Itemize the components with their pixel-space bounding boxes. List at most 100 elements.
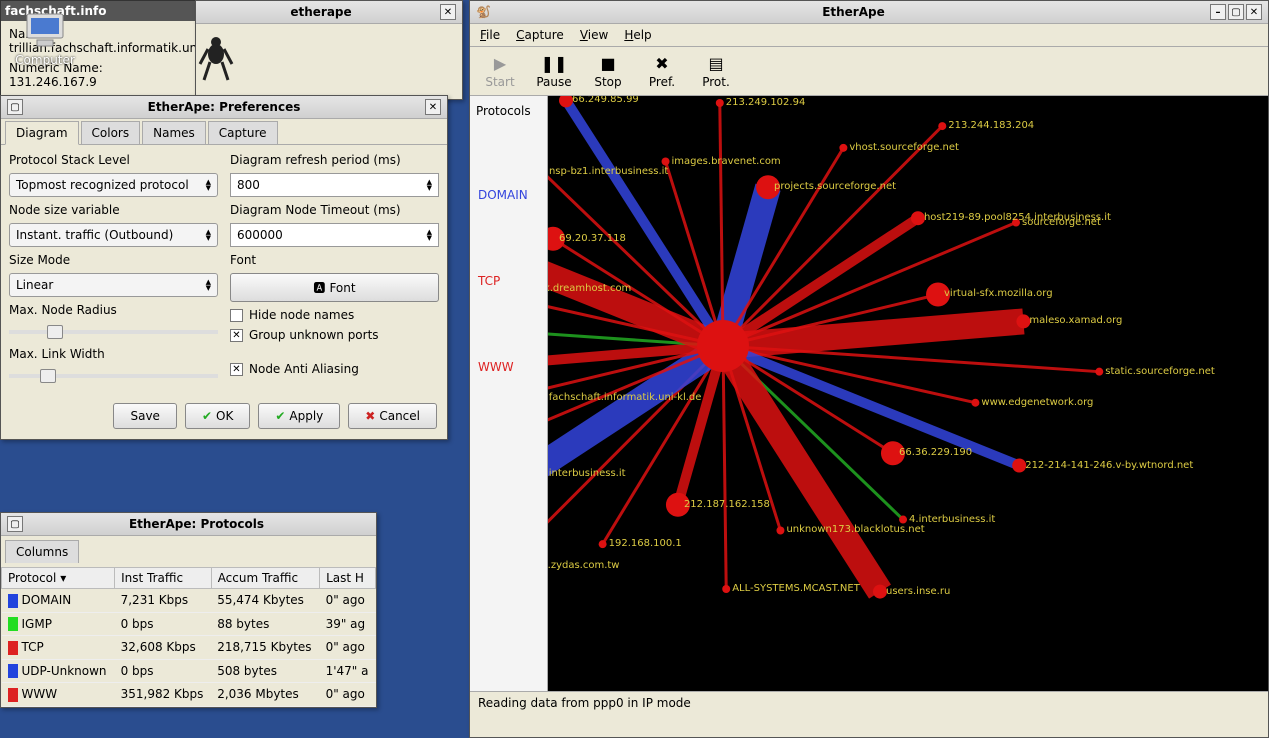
- node-label[interactable]: sourceforge.net: [1022, 217, 1101, 228]
- menu-capture[interactable]: Capture: [516, 28, 564, 42]
- group-ports-checkbox[interactable]: ✕Group unknown ports: [230, 328, 439, 342]
- node-size-label: Node size variable: [9, 203, 218, 217]
- node-size-select[interactable]: Instant. traffic (Outbound)▲▼: [9, 223, 218, 247]
- network-canvas[interactable]: projects.sourceforge.net vhost.sourceforg…: [548, 96, 1268, 691]
- menubar: File Capture View Help: [470, 24, 1268, 47]
- ok-button[interactable]: ✔OK: [185, 403, 250, 429]
- pause-icon: ❚❚: [544, 53, 564, 73]
- start-button[interactable]: ▶Start: [480, 53, 520, 89]
- maximize-icon[interactable]: ▢: [1228, 4, 1244, 20]
- timeout-label: Diagram Node Timeout (ms): [230, 203, 439, 217]
- chevron-updown-icon: ▲▼: [206, 229, 211, 241]
- node-label[interactable]: vhost.sourceforge.net: [849, 142, 959, 153]
- pause-button[interactable]: ❚❚Pause: [534, 53, 574, 89]
- splash-titlebar[interactable]: etherape ✕: [196, 1, 462, 24]
- close-icon[interactable]: ✕: [1246, 4, 1262, 20]
- node-label[interactable]: 66.249.85.99: [572, 96, 639, 105]
- minimize-icon[interactable]: ▢: [7, 516, 23, 532]
- table-row[interactable]: IGMP0 bps88 bytes39" ag: [2, 612, 376, 636]
- menu-file[interactable]: File: [480, 28, 500, 42]
- node-label[interactable]: maleso.xamad.org: [1029, 315, 1122, 326]
- cancel-icon: ✖: [365, 409, 375, 423]
- table-row[interactable]: UDP-Unknown0 bps508 bytes1'47" a: [2, 659, 376, 683]
- protocol-item[interactable]: DOMAIN: [470, 182, 547, 208]
- node-label[interactable]: 192.168.100.1: [609, 538, 682, 549]
- col-accum[interactable]: Accum Traffic: [211, 568, 319, 589]
- node-label[interactable]: 4.interbusiness.it: [909, 514, 995, 525]
- node-label[interactable]: unknown173.blacklotus.net: [786, 524, 924, 535]
- columns-button[interactable]: Columns: [5, 540, 79, 563]
- tab-colors[interactable]: Colors: [81, 121, 141, 144]
- table-row[interactable]: TCP32,608 Kbps218,715 Kbytes0" ago: [2, 636, 376, 660]
- font-label: Font: [230, 253, 439, 267]
- protocols-header: Protocols: [470, 100, 547, 122]
- col-last[interactable]: Last H: [320, 568, 376, 589]
- node-label[interactable]: basic-cid.mark.dreamhost.com: [548, 283, 631, 294]
- check-icon: ✔: [202, 409, 212, 423]
- node-label[interactable]: www.edgenetwork.org: [981, 397, 1093, 408]
- node-label[interactable]: 69.20.37.118: [559, 233, 626, 244]
- apply-button[interactable]: ✔Apply: [258, 403, 340, 429]
- stop-button[interactable]: ■Stop: [588, 53, 628, 89]
- main-window: 🐒 EtherApe – ▢ ✕ File Capture View Help …: [469, 0, 1269, 738]
- protocols-titlebar[interactable]: ▢ EtherApe: Protocols: [1, 513, 376, 536]
- antialias-checkbox[interactable]: ✕Node Anti Aliasing: [230, 362, 439, 376]
- node-label[interactable]: static.sourceforge.net: [1105, 366, 1215, 377]
- tab-diagram[interactable]: Diagram: [5, 121, 79, 145]
- node-label[interactable]: 213.249.102.94: [726, 97, 806, 108]
- protocols-table: Protocol ▾ Inst Traffic Accum Traffic La…: [1, 567, 376, 707]
- cancel-button[interactable]: ✖Cancel: [348, 403, 437, 429]
- col-protocol[interactable]: Protocol ▾: [2, 568, 115, 589]
- protocol-item[interactable]: TCP: [470, 268, 547, 294]
- max-node-radius-slider[interactable]: [9, 323, 218, 341]
- node-label[interactable]: 212-214-141-246.v-by.wtnord.net: [1025, 460, 1193, 471]
- node-label[interactable]: ALL-SYSTEMS.MCAST.NET: [732, 583, 860, 594]
- size-mode-select[interactable]: Linear▲▼: [9, 273, 218, 297]
- splash-title: etherape: [202, 5, 440, 19]
- main-titlebar[interactable]: 🐒 EtherApe – ▢ ✕: [470, 1, 1268, 24]
- minimize-icon[interactable]: –: [1210, 4, 1226, 20]
- menu-view[interactable]: View: [580, 28, 608, 42]
- node-label[interactable]: 213.244.183.204: [948, 120, 1034, 131]
- node-label[interactable]: ns.interbusiness.it: [548, 468, 626, 479]
- node-label[interactable]: virtual-sfx.mozilla.org: [944, 288, 1053, 299]
- font-button[interactable]: 🅰Font: [230, 273, 439, 302]
- node-label[interactable]: images.bravenet.com: [672, 156, 781, 167]
- node-label[interactable]: nsp-bz1.interbusiness.it: [549, 166, 668, 177]
- protocol-stack-select[interactable]: Topmost recognized protocol▲▼: [9, 173, 218, 197]
- node-label[interactable]: 66.36.229.190: [899, 447, 972, 458]
- node-label[interactable]: trillian.fachschaft.informatik.uni-kl.de: [548, 392, 701, 403]
- preferences-window: ▢ EtherApe: Preferences ✕ Diagram Colors…: [0, 95, 448, 440]
- desktop-icon-computer[interactable]: Computer: [10, 10, 80, 67]
- save-button[interactable]: Save: [113, 403, 176, 429]
- node-label[interactable]: ad1156.zydas.com.tw: [548, 560, 620, 571]
- protocol-item[interactable]: WWW: [470, 354, 547, 380]
- font-icon: 🅰: [313, 279, 325, 296]
- timeout-spinner[interactable]: 600000▲▼: [230, 223, 439, 247]
- minimize-icon[interactable]: ▢: [7, 99, 23, 115]
- refresh-label: Diagram refresh period (ms): [230, 153, 439, 167]
- node-label[interactable]: 212.187.162.158: [684, 499, 770, 510]
- protocols-panel: Protocols DOMAIN TCP WWW: [470, 96, 548, 691]
- hide-names-checkbox[interactable]: Hide node names: [230, 308, 439, 322]
- node-label[interactable]: projects.sourceforge.net: [774, 181, 896, 192]
- protocol-stack-label: Protocol Stack Level: [9, 153, 218, 167]
- node-label[interactable]: users.inse.ru: [886, 586, 950, 597]
- prot-button[interactable]: ▤Prot.: [696, 53, 736, 89]
- close-icon[interactable]: ✕: [425, 99, 441, 115]
- tab-capture[interactable]: Capture: [208, 121, 278, 144]
- menu-help[interactable]: Help: [624, 28, 651, 42]
- close-icon[interactable]: ✕: [440, 4, 456, 20]
- refresh-spinner[interactable]: 800▲▼: [230, 173, 439, 197]
- table-row[interactable]: DOMAIN7,231 Kbps55,474 Kbytes0" ago: [2, 589, 376, 613]
- size-mode-label: Size Mode: [9, 253, 218, 267]
- col-inst[interactable]: Inst Traffic: [115, 568, 212, 589]
- prefs-titlebar[interactable]: ▢ EtherApe: Preferences ✕: [1, 96, 447, 119]
- table-row[interactable]: WWW351,982 Kbps2,036 Mbytes0" ago: [2, 683, 376, 707]
- tab-names[interactable]: Names: [142, 121, 206, 144]
- spinner-arrows-icon[interactable]: ▲▼: [427, 229, 432, 241]
- max-link-width-label: Max. Link Width: [9, 347, 218, 361]
- pref-button[interactable]: ✖Pref.: [642, 53, 682, 89]
- spinner-arrows-icon[interactable]: ▲▼: [427, 179, 432, 191]
- max-link-width-slider[interactable]: [9, 367, 218, 385]
